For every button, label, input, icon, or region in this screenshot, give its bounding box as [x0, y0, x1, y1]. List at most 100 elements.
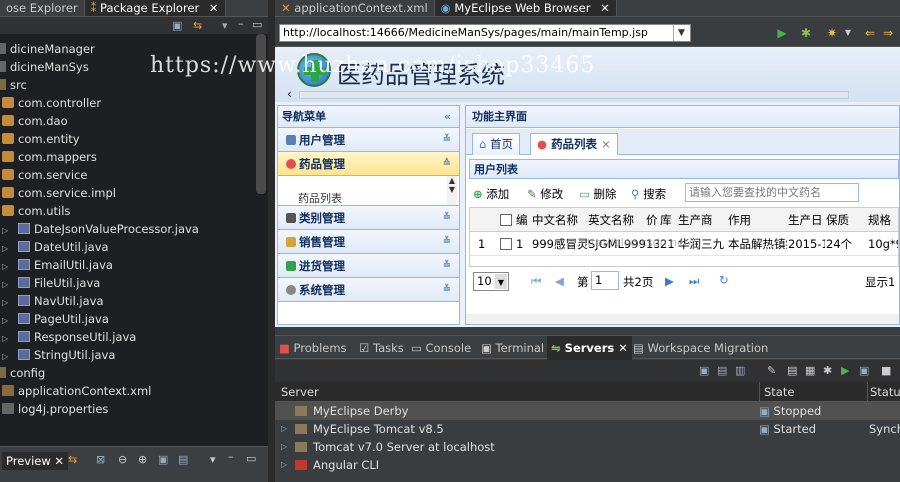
deploy-icon[interactable]: ▦: [805, 364, 815, 377]
tree-item[interactable]: com.dao: [2, 112, 68, 130]
tree-item[interactable]: ▷ NavUtil.java: [2, 292, 104, 310]
column-header[interactable]: 库: [660, 208, 672, 232]
column-header[interactable]: 生产日: [788, 208, 823, 232]
zoom-out-icon[interactable]: ⊖: [118, 453, 127, 466]
tree-item[interactable]: com.service: [2, 166, 87, 184]
tab-package-explorer[interactable]: ⁑ Package Explorer ✕: [84, 0, 226, 16]
column-header[interactable]: 规格: [868, 208, 891, 232]
url-input[interactable]: http://localhost:14666/MedicineManSys/pa…: [279, 24, 691, 42]
page-input[interactable]: 1: [591, 271, 619, 290]
column-header[interactable]: 中文名称: [532, 208, 578, 232]
tab-home[interactable]: ⌂ 首页: [472, 133, 520, 155]
reload-icon[interactable]: ↻: [719, 273, 729, 287]
collapse-icon[interactable]: ▣: [699, 364, 709, 377]
zoom-in-icon[interactable]: ⊕: [138, 453, 147, 466]
tree-item[interactable]: applicationContext.xml: [2, 382, 151, 400]
bug-icon[interactable]: ✱: [799, 26, 813, 40]
tree-item[interactable]: dicineManSys: [0, 58, 89, 76]
row-checkbox[interactable]: [500, 232, 512, 256]
view-menu-icon[interactable]: ▾: [222, 19, 228, 32]
tree-item[interactable]: log4j.properties: [2, 400, 108, 418]
publish-icon[interactable]: ✎: [767, 364, 776, 377]
close-icon[interactable]: ✕: [54, 454, 64, 468]
expand-arrow-icon[interactable]: ▷: [281, 456, 287, 474]
close-icon[interactable]: ✕: [618, 341, 628, 355]
nav-item-system-manage[interactable]: 系统管理 ≚: [278, 278, 459, 302]
tab-application-context[interactable]: ✕ applicationContext.xml: [275, 0, 435, 16]
view-menu-icon[interactable]: ▾: [210, 453, 216, 466]
tree-item[interactable]: com.utils: [2, 202, 70, 220]
nav-item-category-manage[interactable]: 类别管理 ≚: [278, 206, 459, 230]
column-header[interactable]: 保质: [826, 208, 849, 232]
maximize-icon[interactable]: ▭: [246, 452, 256, 465]
last-page-icon[interactable]: ⏭: [689, 274, 699, 289]
go-icon[interactable]: ▶: [775, 26, 789, 40]
nav-item-sales-manage[interactable]: 销售管理 ≚: [278, 230, 459, 254]
server-row[interactable]: MyEclipse Derby ▣ Stopped: [275, 402, 900, 420]
submenu-scrollbar[interactable]: ▲ ▼: [447, 176, 457, 205]
select-all-checkbox[interactable]: [500, 208, 512, 232]
column-header[interactable]: 英文名称: [588, 208, 634, 232]
close-icon[interactable]: ✕: [600, 1, 610, 15]
page-size-select[interactable]: 10 ▼: [473, 272, 509, 291]
tab-problems[interactable]: ■ Problems: [279, 336, 347, 360]
main-hscroll[interactable]: [466, 314, 899, 324]
nav-item-drug-manage[interactable]: 药品管理 ≙: [278, 152, 459, 176]
fit-width-icon[interactable]: ▤: [178, 453, 188, 466]
chevron-down-icon[interactable]: ▼: [673, 25, 689, 41]
tree-item[interactable]: com.entity: [2, 130, 80, 148]
search-input[interactable]: 请输入您要查找的中文药名: [685, 183, 859, 202]
tree-item[interactable]: ▷ EmailUtil.java: [2, 256, 113, 274]
server-view-icon[interactable]: ▤: [717, 364, 727, 377]
tab-tasks[interactable]: ☑ Tasks: [359, 336, 404, 360]
next-page-icon[interactable]: ▶: [665, 274, 674, 288]
collapse-all-icon[interactable]: ▣: [172, 19, 182, 32]
edit-button[interactable]: ✎ 修改: [527, 186, 563, 202]
dropdown-icon[interactable]: ▼: [841, 26, 855, 40]
header-scrollbar[interactable]: [299, 91, 849, 99]
nav-item-purchase-manage[interactable]: 进货管理 ≚: [278, 254, 459, 278]
run-icon[interactable]: ▶: [841, 364, 849, 377]
tree-item[interactable]: dicineManager: [0, 40, 95, 58]
prev-page-icon[interactable]: ◀: [555, 274, 564, 288]
properties-icon[interactable]: ▤: [787, 364, 797, 377]
tab-servers[interactable]: ⇋ Servers ✕: [547, 336, 632, 360]
server-row[interactable]: ▷ MyEclipse Tomcat v8.5 ▣ Started Synchr: [275, 420, 900, 438]
tab-web-browser[interactable]: ◉ MyEclipse Web Browser ✕: [434, 0, 617, 16]
delete-button[interactable]: ▭ 删除: [579, 186, 617, 202]
link-editor-icon[interactable]: ⇆: [193, 19, 202, 32]
refresh-icon[interactable]: ✷: [825, 26, 839, 40]
tree-item[interactable]: ▷ PageUtil.java: [2, 310, 109, 328]
forward-icon[interactable]: ⇒: [881, 26, 895, 40]
header-scroll-left-icon[interactable]: ‹: [287, 87, 292, 101]
back-icon[interactable]: ⇐: [863, 26, 877, 40]
profile-icon[interactable]: ▣: [859, 364, 869, 377]
tree-item[interactable]: com.service.impl: [2, 184, 116, 202]
server-row[interactable]: ▷ Angular CLI: [275, 456, 900, 474]
tab-console[interactable]: ▭ Console: [411, 336, 471, 360]
tab-drug-list[interactable]: ● 药品列表 ×: [530, 133, 618, 155]
column-header[interactable]: 生产商: [678, 208, 713, 232]
maximize-icon[interactable]: ▭: [252, 18, 262, 31]
sync-icon[interactable]: ⇆: [68, 453, 77, 466]
tab-terminal[interactable]: ▣ Terminal: [481, 336, 544, 360]
expand-arrow-icon[interactable]: ▷: [281, 420, 287, 438]
server-list-icon[interactable]: ▥: [735, 364, 745, 377]
nav-item-user-manage[interactable]: 用户管理 ≚: [278, 128, 459, 152]
expand-arrow-icon[interactable]: ▷: [281, 438, 287, 456]
tree-item[interactable]: src: [0, 76, 27, 94]
tab-preview[interactable]: Preview ✕: [2, 452, 69, 470]
column-header[interactable]: 编: [516, 208, 528, 232]
tree-item[interactable]: config: [0, 364, 45, 382]
zoom-100-icon[interactable]: ▣: [158, 453, 168, 466]
close-icon[interactable]: ✕: [209, 1, 219, 15]
add-button[interactable]: ⊕ 添加: [473, 186, 509, 202]
tree-item[interactable]: com.mappers: [2, 148, 97, 166]
tree-item[interactable]: ▷ DateUtil.java: [2, 238, 109, 256]
tree-item[interactable]: ▷ FileUtil.java: [2, 274, 100, 292]
zoom-fit-icon[interactable]: ⊠: [96, 453, 105, 466]
collapse-icon[interactable]: «: [444, 106, 451, 128]
debug-icon[interactable]: ✱: [823, 364, 832, 377]
tab-workspace-migration[interactable]: ▤ Workspace Migration: [633, 336, 768, 360]
tree-item[interactable]: com.controller: [2, 94, 101, 112]
